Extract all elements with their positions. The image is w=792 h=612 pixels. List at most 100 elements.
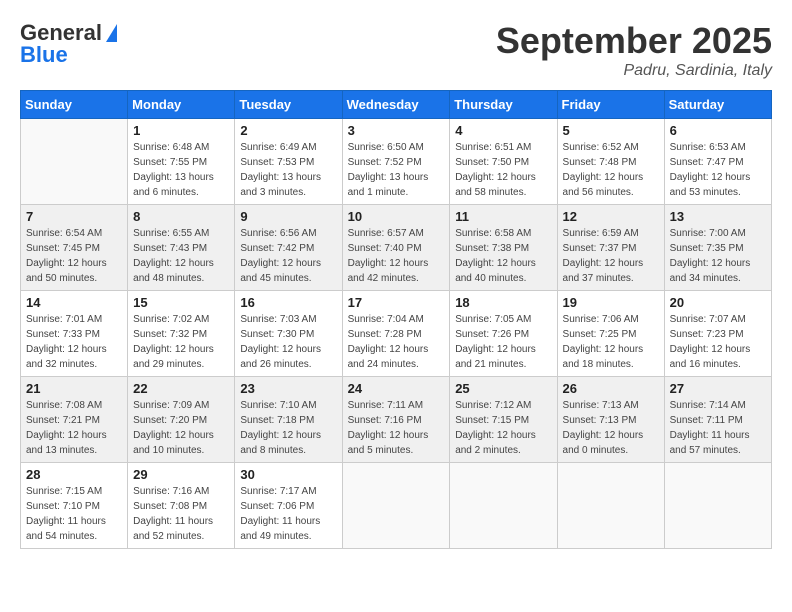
day-info: Sunrise: 7:15 AM Sunset: 7:10 PM Dayligh…: [26, 484, 122, 544]
calendar-cell: 27 Sunrise: 7:14 AM Sunset: 7:11 PM Dayli…: [664, 377, 771, 463]
weekday-header-monday: Monday: [128, 91, 235, 119]
calendar-cell: [21, 119, 128, 205]
day-info: Sunrise: 6:52 AM Sunset: 7:48 PM Dayligh…: [563, 140, 659, 200]
calendar-header-row: SundayMondayTuesdayWednesdayThursdayFrid…: [21, 91, 772, 119]
day-number: 30: [240, 467, 336, 482]
day-info: Sunrise: 7:04 AM Sunset: 7:28 PM Dayligh…: [348, 312, 445, 372]
day-info: Sunrise: 6:57 AM Sunset: 7:40 PM Dayligh…: [348, 226, 445, 286]
calendar-week-row: 7Sunrise: 6:54 AM Sunset: 7:45 PM Daylig…: [21, 205, 772, 291]
weekday-header-wednesday: Wednesday: [342, 91, 450, 119]
day-number: 18: [455, 295, 551, 310]
day-number: 15: [133, 295, 229, 310]
day-info: Sunrise: 6:59 AM Sunset: 7:37 PM Dayligh…: [563, 226, 659, 286]
weekday-header-sunday: Sunday: [21, 91, 128, 119]
calendar-cell: 4 Sunrise: 6:51 AM Sunset: 7:50 PM Daylig…: [450, 119, 557, 205]
calendar-cell: 28 Sunrise: 7:15 AM Sunset: 7:10 PM Dayli…: [21, 463, 128, 549]
calendar-cell: 25Sunrise: 7:12 AM Sunset: 7:15 PM Dayli…: [450, 377, 557, 463]
calendar-cell: 1 Sunrise: 6:48 AM Sunset: 7:55 PM Daylig…: [128, 119, 235, 205]
calendar-cell: 12 Sunrise: 6:59 AM Sunset: 7:37 PM Dayli…: [557, 205, 664, 291]
day-number: 14: [26, 295, 122, 310]
calendar-cell: [664, 463, 771, 549]
day-number: 8: [133, 209, 229, 224]
day-number: 24: [348, 381, 445, 396]
calendar-cell: 13 Sunrise: 7:00 AM Sunset: 7:35 PM Dayli…: [664, 205, 771, 291]
day-info: Sunrise: 7:07 AM Sunset: 7:23 PM Dayligh…: [670, 312, 766, 372]
calendar-cell: 11 Sunrise: 6:58 AM Sunset: 7:38 PM Dayli…: [450, 205, 557, 291]
day-info: Sunrise: 7:14 AM Sunset: 7:11 PM Dayligh…: [670, 398, 766, 458]
calendar-cell: 23 Sunrise: 7:10 AM Sunset: 7:18 PM Dayli…: [235, 377, 342, 463]
day-info: Sunrise: 7:05 AM Sunset: 7:26 PM Dayligh…: [455, 312, 551, 372]
day-number: 16: [240, 295, 336, 310]
day-number: 12: [563, 209, 659, 224]
title-section: September 2025 Padru, Sardinia, Italy: [496, 20, 772, 80]
day-number: 9: [240, 209, 336, 224]
day-number: 28: [26, 467, 122, 482]
calendar-cell: 20 Sunrise: 7:07 AM Sunset: 7:23 PM Dayli…: [664, 291, 771, 377]
calendar-week-row: 28 Sunrise: 7:15 AM Sunset: 7:10 PM Dayli…: [21, 463, 772, 549]
day-info: Sunrise: 7:08 AM Sunset: 7:21 PM Dayligh…: [26, 398, 122, 458]
day-info: Sunrise: 6:49 AM Sunset: 7:53 PM Dayligh…: [240, 140, 336, 200]
calendar-cell: [342, 463, 450, 549]
day-info: Sunrise: 7:00 AM Sunset: 7:35 PM Dayligh…: [670, 226, 766, 286]
logo-triangle-icon: [106, 24, 117, 42]
day-number: 3: [348, 123, 445, 138]
calendar-week-row: 1 Sunrise: 6:48 AM Sunset: 7:55 PM Daylig…: [21, 119, 772, 205]
day-number: 17: [348, 295, 445, 310]
day-number: 10: [348, 209, 445, 224]
day-number: 6: [670, 123, 766, 138]
day-info: Sunrise: 6:55 AM Sunset: 7:43 PM Dayligh…: [133, 226, 229, 286]
day-number: 13: [670, 209, 766, 224]
day-number: 1: [133, 123, 229, 138]
day-number: 23: [240, 381, 336, 396]
day-number: 20: [670, 295, 766, 310]
weekday-header-saturday: Saturday: [664, 91, 771, 119]
calendar-cell: 16 Sunrise: 7:03 AM Sunset: 7:30 PM Dayli…: [235, 291, 342, 377]
day-info: Sunrise: 7:12 AM Sunset: 7:15 PM Dayligh…: [455, 398, 551, 458]
calendar-cell: 2 Sunrise: 6:49 AM Sunset: 7:53 PM Daylig…: [235, 119, 342, 205]
calendar-week-row: 21Sunrise: 7:08 AM Sunset: 7:21 PM Dayli…: [21, 377, 772, 463]
day-number: 4: [455, 123, 551, 138]
logo-blue-text: Blue: [20, 42, 68, 68]
calendar-cell: 30 Sunrise: 7:17 AM Sunset: 7:06 PM Dayli…: [235, 463, 342, 549]
day-number: 29: [133, 467, 229, 482]
day-info: Sunrise: 7:10 AM Sunset: 7:18 PM Dayligh…: [240, 398, 336, 458]
day-info: Sunrise: 6:53 AM Sunset: 7:47 PM Dayligh…: [670, 140, 766, 200]
calendar-cell: 19Sunrise: 7:06 AM Sunset: 7:25 PM Dayli…: [557, 291, 664, 377]
calendar-cell: 10 Sunrise: 6:57 AM Sunset: 7:40 PM Dayli…: [342, 205, 450, 291]
calendar-table: SundayMondayTuesdayWednesdayThursdayFrid…: [20, 90, 772, 549]
day-info: Sunrise: 7:13 AM Sunset: 7:13 PM Dayligh…: [563, 398, 659, 458]
day-info: Sunrise: 7:02 AM Sunset: 7:32 PM Dayligh…: [133, 312, 229, 372]
day-info: Sunrise: 6:58 AM Sunset: 7:38 PM Dayligh…: [455, 226, 551, 286]
day-number: 7: [26, 209, 122, 224]
day-info: Sunrise: 7:03 AM Sunset: 7:30 PM Dayligh…: [240, 312, 336, 372]
day-info: Sunrise: 6:50 AM Sunset: 7:52 PM Dayligh…: [348, 140, 445, 200]
day-number: 11: [455, 209, 551, 224]
day-info: Sunrise: 7:11 AM Sunset: 7:16 PM Dayligh…: [348, 398, 445, 458]
calendar-cell: [557, 463, 664, 549]
calendar-cell: 7Sunrise: 6:54 AM Sunset: 7:45 PM Daylig…: [21, 205, 128, 291]
weekday-header-friday: Friday: [557, 91, 664, 119]
calendar-cell: 26 Sunrise: 7:13 AM Sunset: 7:13 PM Dayli…: [557, 377, 664, 463]
calendar-cell: 24 Sunrise: 7:11 AM Sunset: 7:16 PM Dayli…: [342, 377, 450, 463]
day-number: 26: [563, 381, 659, 396]
weekday-header-tuesday: Tuesday: [235, 91, 342, 119]
calendar-cell: [450, 463, 557, 549]
calendar-cell: 29 Sunrise: 7:16 AM Sunset: 7:08 PM Dayli…: [128, 463, 235, 549]
day-info: Sunrise: 7:06 AM Sunset: 7:25 PM Dayligh…: [563, 312, 659, 372]
calendar-cell: 3 Sunrise: 6:50 AM Sunset: 7:52 PM Daylig…: [342, 119, 450, 205]
calendar-cell: 5 Sunrise: 6:52 AM Sunset: 7:48 PM Daylig…: [557, 119, 664, 205]
calendar-cell: 22 Sunrise: 7:09 AM Sunset: 7:20 PM Dayli…: [128, 377, 235, 463]
day-number: 27: [670, 381, 766, 396]
calendar-cell: 14Sunrise: 7:01 AM Sunset: 7:33 PM Dayli…: [21, 291, 128, 377]
day-info: Sunrise: 7:16 AM Sunset: 7:08 PM Dayligh…: [133, 484, 229, 544]
day-info: Sunrise: 6:48 AM Sunset: 7:55 PM Dayligh…: [133, 140, 229, 200]
calendar-cell: 6 Sunrise: 6:53 AM Sunset: 7:47 PM Daylig…: [664, 119, 771, 205]
month-title: September 2025: [496, 20, 772, 62]
day-info: Sunrise: 7:17 AM Sunset: 7:06 PM Dayligh…: [240, 484, 336, 544]
day-info: Sunrise: 7:09 AM Sunset: 7:20 PM Dayligh…: [133, 398, 229, 458]
day-number: 2: [240, 123, 336, 138]
day-info: Sunrise: 6:51 AM Sunset: 7:50 PM Dayligh…: [455, 140, 551, 200]
day-number: 22: [133, 381, 229, 396]
day-number: 5: [563, 123, 659, 138]
day-info: Sunrise: 6:56 AM Sunset: 7:42 PM Dayligh…: [240, 226, 336, 286]
